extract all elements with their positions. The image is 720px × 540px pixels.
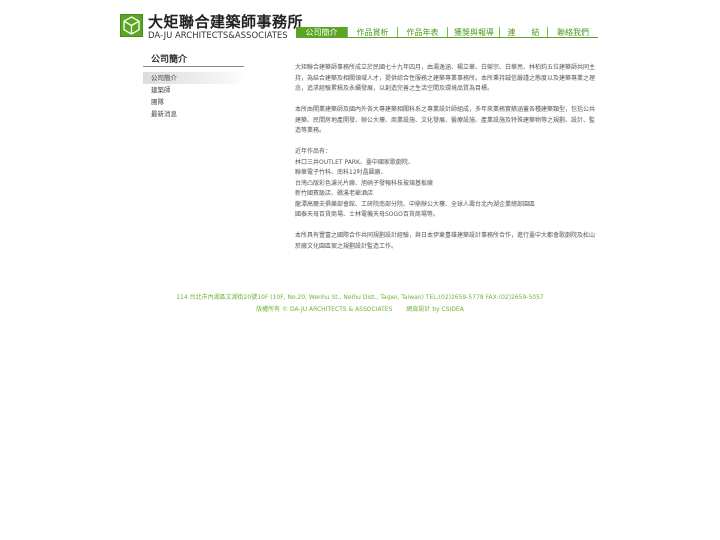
business-paragraph: 本所由開業建築師及國內外各大專建築相關科系之專業設計師組成，多年來業務實績涵蓋各… <box>295 106 596 134</box>
works-list-item: 新竹國賓飯店、礁溪老爺酒店 <box>295 190 374 197</box>
logo-english-name: DA-JU ARCHITECTS&ASSOCIATES <box>148 31 288 41</box>
logo-chinese-name: 大矩聯合建築師事務所 <box>148 13 304 31</box>
sidebar: 公司簡介 公司簡介 建築師 團隊 最新消息 <box>143 54 244 120</box>
footer-address: 114 台北市內湖區文湖街20號10F (10F, No.20, Wenhu S… <box>176 294 544 301</box>
works-list-item: 台灣凸版彩色濾光片廠、旭硝子發報科技玻璃基板廠 <box>295 179 434 187</box>
sidebar-item-latest-news[interactable]: 最新消息 <box>143 108 244 120</box>
footer-design-credit-link[interactable]: 網頁設計 by CSIDEA <box>406 306 463 313</box>
nav-divider-line <box>296 37 598 38</box>
intro-paragraph: 大矩聯合建築師事務所成立於民國七十九年四月，由湯逸涵、楊立華、白榮宗、白華亮、林… <box>295 64 596 92</box>
footer: 114 台北市內湖區文湖街20號10F (10F, No.20, Wenhu S… <box>0 292 720 316</box>
main-content: 大矩聯合建築師事務所成立於民國七十九年四月，由湯逸涵、楊立華、白榮宗、白華亮、林… <box>295 63 597 263</box>
company-logo[interactable]: 大矩聯合建築師事務所 DA-JU ARCHITECTS&ASSOCIATES <box>120 14 303 42</box>
sidebar-title: 公司簡介 <box>143 54 244 67</box>
works-list: 林口三井OUTLET PARK、臺中國家歌劇院、 聯華電子竹科、南科12吋晶圓廠… <box>295 158 597 221</box>
sidebar-item-architects[interactable]: 建築師 <box>143 84 244 96</box>
international-paragraph: 本所具有豐富之國際合作共同規劃設計經驗，與日本伊東豊雄建築設計事務所合作，進行臺… <box>295 232 596 250</box>
logo-text: 大矩聯合建築師事務所 DA-JU ARCHITECTS&ASSOCIATES <box>148 14 303 42</box>
works-list-item: 國泰天母百貨商場、士林電機天母SOGO百貨商場等。 <box>295 211 439 218</box>
sidebar-menu: 公司簡介 建築師 團隊 最新消息 <box>143 72 244 120</box>
sidebar-item-company-intro[interactable]: 公司簡介 <box>143 72 244 84</box>
footer-copyright: 版權所有 © DA-JU ARCHITECTS & ASSOCIATES <box>256 306 393 313</box>
sidebar-item-team[interactable]: 團隊 <box>143 96 244 108</box>
works-list-item: 聯華電子竹科、南科12吋晶圓廠、 <box>295 169 387 176</box>
works-title: 近年作品有： <box>295 148 332 155</box>
works-list-item: 林口三井OUTLET PARK、臺中國家歌劇院、 <box>295 158 414 166</box>
footer-credits: 版權所有 © DA-JU ARCHITECTS & ASSOCIATES 網頁設計… <box>0 304 720 316</box>
works-section: 近年作品有： 林口三井OUTLET PARK、臺中國家歌劇院、 聯華電子竹科、南… <box>295 147 597 221</box>
cube-logo-icon <box>120 14 143 37</box>
works-list-item: 龍潭高爾夫俱樂部會館、工研院南部分院、中鼎辦公大樓、全球人壽台北內湖企業總部園區 <box>295 200 536 208</box>
